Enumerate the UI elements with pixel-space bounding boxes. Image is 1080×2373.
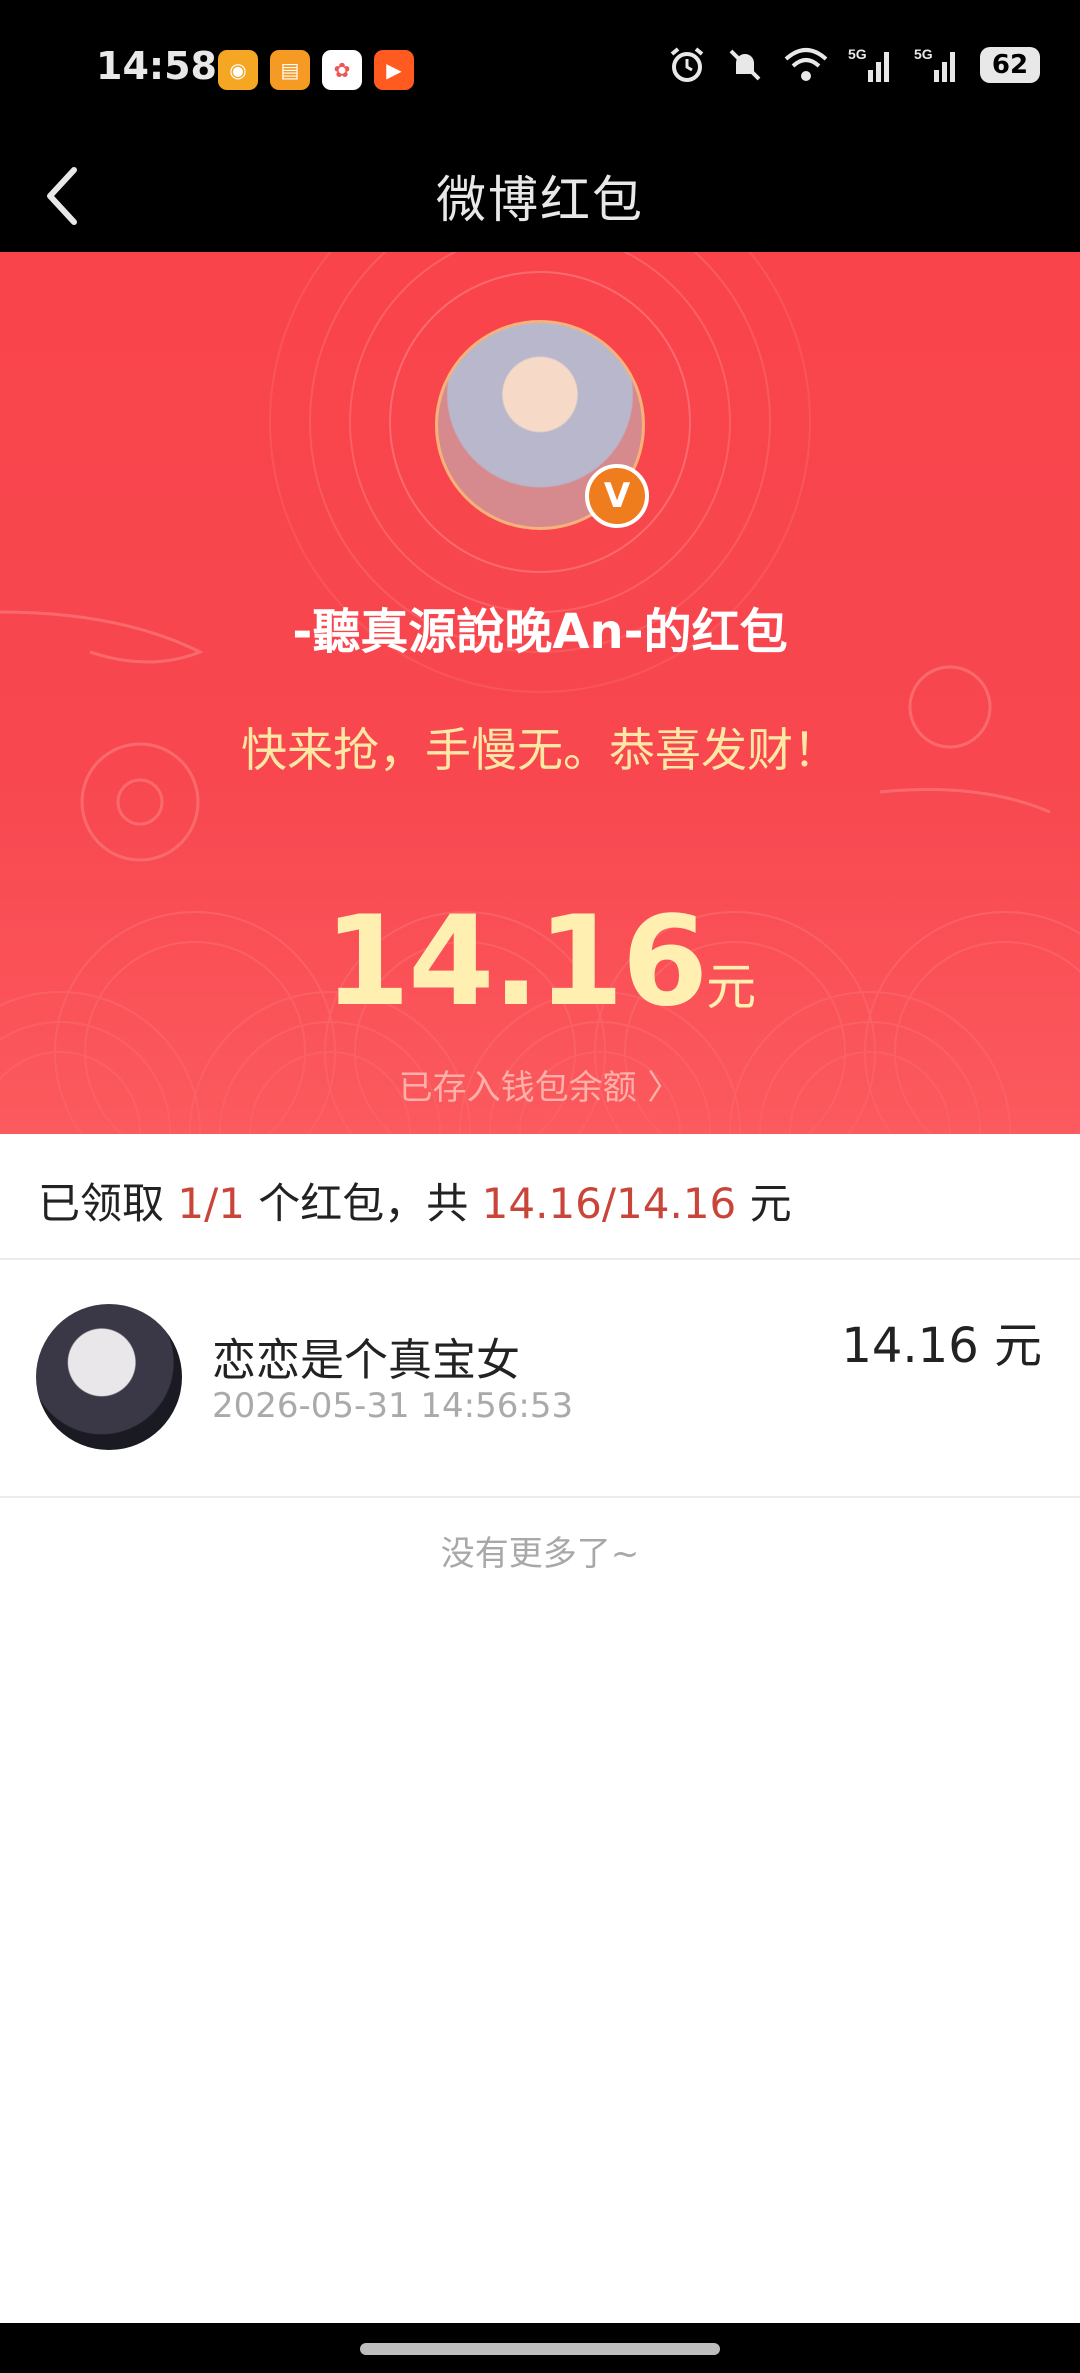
receive-amount: 14.16 元: [841, 1318, 1042, 1374]
alarm-icon: [670, 47, 704, 82]
kuaishou-app-icon: ▶: [374, 50, 414, 90]
no-more-text: 没有更多了~: [440, 1534, 640, 1574]
svg-text:5G: 5G: [914, 46, 933, 62]
red-packet-hero: V -聽真源說晚An-的红包 快来抢，手慢无。恭喜发财！ 14.16元 已存入钱…: [0, 252, 1080, 1134]
summary-middle: 个红包，共: [244, 1179, 482, 1228]
claim-summary: 已领取 1/1 个红包，共 14.16/14.16 元: [0, 1134, 1080, 1260]
avatar[interactable]: [36, 1304, 182, 1450]
home-gesture-handle[interactable]: [360, 2343, 720, 2355]
verified-badge-icon: V: [585, 464, 649, 528]
photos-app-icon: ✿: [322, 50, 362, 90]
weibo-app-icon: ◉: [218, 50, 258, 90]
gift-app-icon: ▤: [270, 50, 310, 90]
list-item[interactable]: 恋恋是个真宝女 2026-05-31 14:56:53 14.16 元: [0, 1260, 1080, 1498]
signal-icon: 5G: [848, 46, 889, 82]
sender-avatar-wrap[interactable]: V: [435, 320, 649, 530]
summary-count: 1/1: [177, 1179, 245, 1228]
sender-name: -聽真源說晚An-的红包: [292, 604, 788, 660]
status-time: 14:58: [96, 44, 217, 88]
battery-icon: 62: [980, 47, 1040, 83]
receiver-name: 恋恋是个真宝女: [212, 1335, 520, 1386]
title-bar: 微博红包: [0, 140, 1080, 252]
navigation-bar: [0, 2323, 1080, 2373]
received-amount: 14.16元: [0, 890, 1080, 1034]
summary-prefix: 已领取: [38, 1179, 178, 1228]
page-title: 微博红包: [436, 171, 644, 229]
signal-icon: 5G: [914, 46, 955, 82]
greeting-message: 快来抢，手慢无。恭喜发财！: [241, 723, 839, 777]
receive-time: 2026-05-31 14:56:53: [212, 1386, 574, 1426]
amount-value: 14.16: [323, 890, 708, 1034]
amount-unit: 元: [706, 958, 757, 1016]
notification-app-icons: ◉ ▤ ✿ ▶: [218, 50, 414, 90]
status-right-icons: 5G 5G 62: [668, 46, 1040, 84]
summary-total: 14.16/14.16: [481, 1179, 737, 1228]
status-bar: 14:58 ◉ ▤ ✿ ▶ 5G 5G 62: [0, 0, 1080, 140]
summary-suffix: 元: [736, 1179, 792, 1228]
svg-text:5G: 5G: [848, 46, 867, 62]
wallet-balance-link[interactable]: 已存入钱包余额 〉: [0, 1060, 1080, 1109]
summary-text: 已领取 1/1 个红包，共 14.16/14.16 元: [38, 1170, 792, 1231]
mute-icon: [729, 49, 761, 81]
wifi-icon: [784, 48, 828, 81]
